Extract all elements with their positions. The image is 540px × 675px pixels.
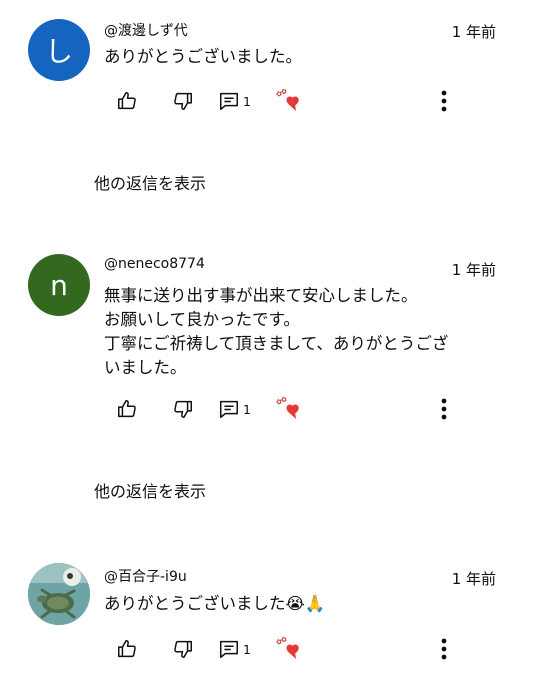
comment-actions: 1 ✿✿ — [104, 86, 504, 116]
thumbs-down-icon — [174, 640, 192, 658]
more-options-button[interactable] — [434, 394, 454, 424]
more-options-button[interactable] — [434, 86, 454, 116]
avatar[interactable]: n — [28, 254, 90, 316]
reply-comment-icon — [220, 400, 238, 418]
more-options-button[interactable] — [434, 634, 454, 664]
like-button[interactable] — [116, 394, 138, 424]
thumbs-up-icon — [118, 640, 136, 658]
reply-button[interactable]: 1 — [218, 634, 251, 664]
show-more-replies-button[interactable]: 他の返信を表示 — [94, 478, 206, 502]
comment-time[interactable]: 1 年前 — [452, 568, 496, 589]
comment-time[interactable]: 1 年前 — [452, 259, 496, 280]
avatar-letter: し — [44, 35, 73, 68]
comment-actions: 1 ✿✿ — [104, 394, 504, 424]
show-more-replies-button[interactable]: 他の返信を表示 — [94, 170, 206, 194]
avatar-letter: n — [50, 268, 68, 302]
comment-time[interactable]: 1 年前 — [452, 21, 496, 42]
creator-heart: ✿✿ — [275, 86, 304, 116]
comment-author[interactable]: @百合子-i9u — [104, 566, 187, 586]
comment-actions: 1 ✿✿ — [104, 634, 504, 664]
reply-count: 1 — [243, 93, 251, 109]
dislike-button[interactable] — [172, 86, 194, 116]
comment-author[interactable]: @neneco8774 — [104, 256, 205, 272]
more-vertical-icon — [441, 90, 447, 112]
reply-comment-icon — [220, 640, 238, 658]
reply-comment-icon — [220, 92, 238, 110]
reply-button[interactable]: 1 — [218, 86, 251, 116]
dislike-button[interactable] — [172, 634, 194, 664]
comment-text: ありがとうございました。 — [104, 47, 302, 66]
thumbs-down-icon — [174, 400, 192, 418]
thumbs-down-icon — [174, 92, 192, 110]
thumbs-up-icon — [118, 92, 136, 110]
thumbs-up-icon — [118, 400, 136, 418]
sea-turtle-photo-icon — [28, 563, 90, 625]
creator-heart: ✿✿ — [275, 634, 304, 664]
creator-heart: ✿✿ — [275, 394, 304, 424]
dislike-button[interactable] — [172, 394, 194, 424]
avatar[interactable]: し — [28, 19, 90, 81]
like-button[interactable] — [116, 86, 138, 116]
like-button[interactable] — [116, 634, 138, 664]
comment-text: 無事に送り出す事が出来て安心しました。 お願いして良かったです。 丁寧にご祈祷し… — [104, 286, 449, 377]
comment-author[interactable]: @渡邊しず代 — [104, 20, 188, 40]
reply-button[interactable]: 1 — [218, 394, 251, 424]
more-vertical-icon — [441, 398, 447, 420]
comment-text: ありがとうございました😭🙏 — [104, 594, 326, 613]
more-vertical-icon — [441, 638, 447, 660]
reply-count: 1 — [243, 401, 251, 417]
avatar[interactable] — [28, 563, 90, 625]
reply-count: 1 — [243, 641, 251, 657]
